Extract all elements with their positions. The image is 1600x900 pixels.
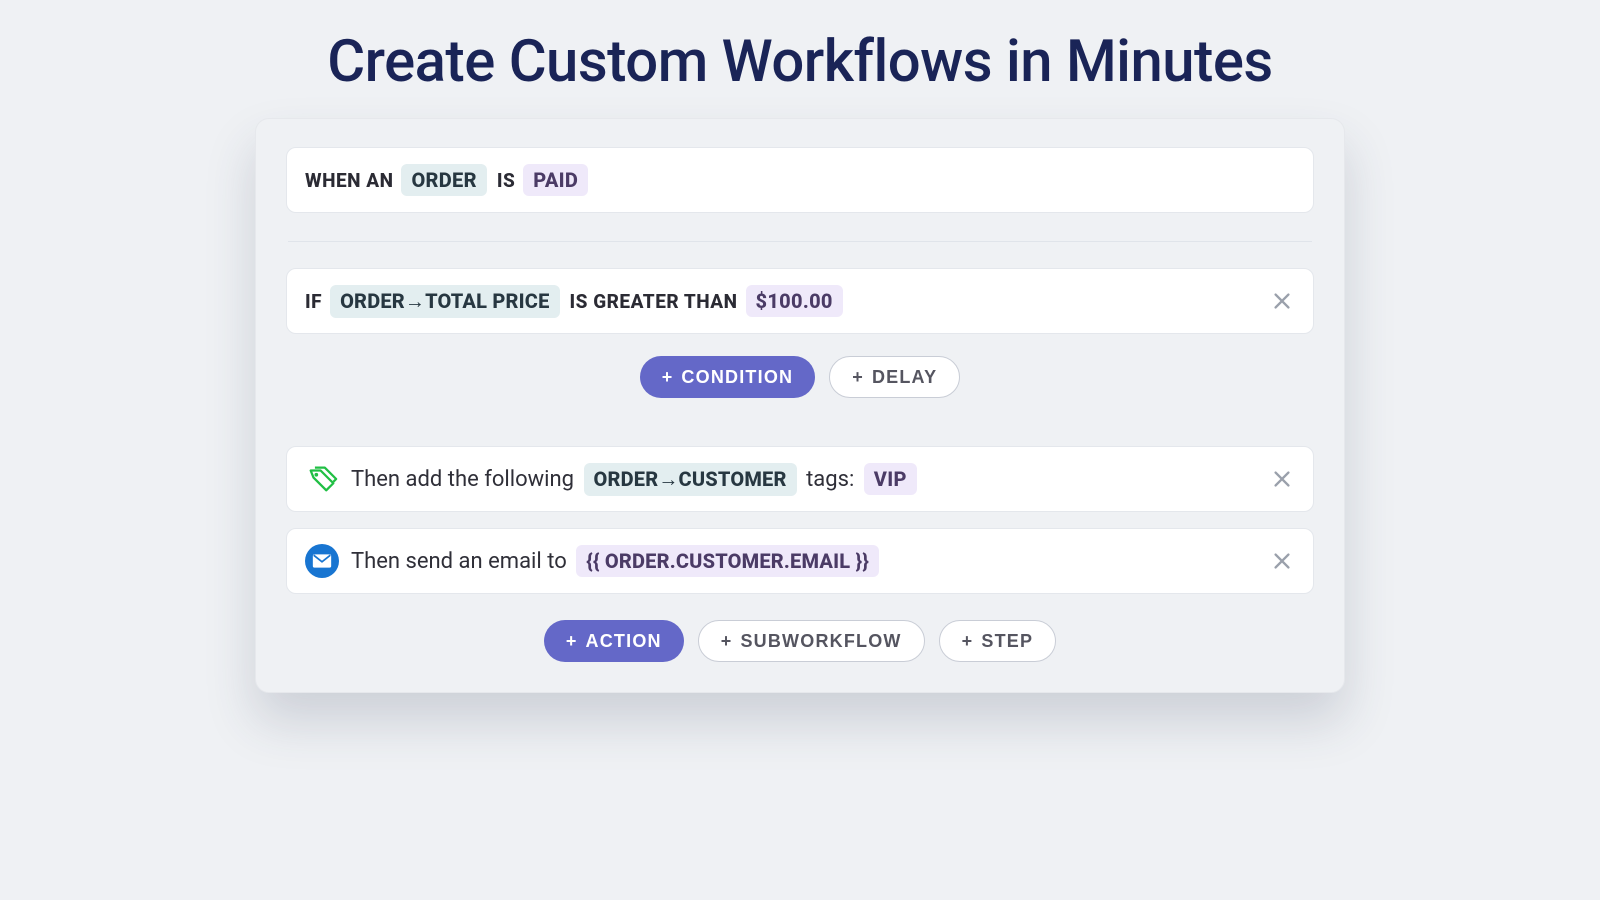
condition-prefix: IF: [305, 290, 322, 313]
trigger-prefix: WHEN AN: [305, 169, 393, 192]
plus-icon: +: [566, 632, 578, 650]
action-buttons: + ACTION + SUBWORKFLOW + STEP: [286, 620, 1314, 662]
add-step-label: STEP: [981, 631, 1033, 652]
add-subworkflow-label: SUBWORKFLOW: [740, 631, 901, 652]
page-title: Create Custom Workflows in Minutes: [0, 28, 1600, 96]
add-condition-button[interactable]: + CONDITION: [640, 356, 816, 398]
mail-icon: [305, 544, 345, 578]
action-email-text: Then send an email to {{ ORDER.CUSTOMER.…: [351, 545, 883, 577]
add-delay-button[interactable]: + DELAY: [829, 356, 960, 398]
action-tag-path-token[interactable]: ORDER→CUSTOMER: [584, 463, 797, 496]
condition-row[interactable]: IF ORDER→TOTAL PRICE IS GREATER THAN $10…: [286, 268, 1314, 334]
close-icon: [1271, 290, 1293, 312]
action-tag-lead: Then add the following: [351, 467, 574, 492]
close-icon: [1271, 550, 1293, 572]
add-action-label: ACTION: [586, 631, 662, 652]
trigger-state-token[interactable]: PAID: [523, 164, 588, 196]
add-action-button[interactable]: + ACTION: [544, 620, 684, 662]
close-icon: [1271, 468, 1293, 490]
remove-condition-button[interactable]: [1265, 284, 1299, 318]
action-tag-badge[interactable]: VIP: [864, 463, 917, 495]
add-condition-label: CONDITION: [681, 367, 793, 388]
divider: [288, 241, 1312, 242]
plus-icon: +: [662, 368, 674, 386]
workflow-panel: WHEN AN ORDER IS PAID IF ORDER→TOTAL PRI…: [255, 118, 1345, 693]
add-delay-label: DELAY: [872, 367, 937, 388]
actions-block: Then add the following ORDER→CUSTOMER ta…: [286, 446, 1314, 594]
plus-icon: +: [852, 368, 864, 386]
action-email-lead: Then send an email to: [351, 549, 567, 574]
action-row-tag[interactable]: Then add the following ORDER→CUSTOMER ta…: [286, 446, 1314, 512]
add-subworkflow-button[interactable]: + SUBWORKFLOW: [698, 620, 925, 662]
condition-value-token[interactable]: $100.00: [746, 285, 843, 317]
condition-path-token[interactable]: ORDER→TOTAL PRICE: [330, 285, 559, 318]
tag-icon: [305, 462, 345, 496]
add-step-button[interactable]: + STEP: [939, 620, 1057, 662]
remove-action-button[interactable]: [1265, 462, 1299, 496]
action-tag-suffix: tags:: [806, 467, 854, 492]
action-email-expr-token[interactable]: {{ ORDER.CUSTOMER.EMAIL }}: [576, 545, 879, 577]
trigger-entity-token[interactable]: ORDER: [401, 164, 486, 196]
action-tag-text: Then add the following ORDER→CUSTOMER ta…: [351, 463, 921, 496]
remove-action-button[interactable]: [1265, 544, 1299, 578]
condition-buttons: + CONDITION + DELAY: [286, 356, 1314, 398]
condition-comparator: IS GREATER THAN: [570, 290, 738, 313]
trigger-mid: IS: [497, 169, 515, 192]
action-row-email[interactable]: Then send an email to {{ ORDER.CUSTOMER.…: [286, 528, 1314, 594]
plus-icon: +: [962, 632, 974, 650]
plus-icon: +: [721, 632, 733, 650]
trigger-row[interactable]: WHEN AN ORDER IS PAID: [286, 147, 1314, 213]
